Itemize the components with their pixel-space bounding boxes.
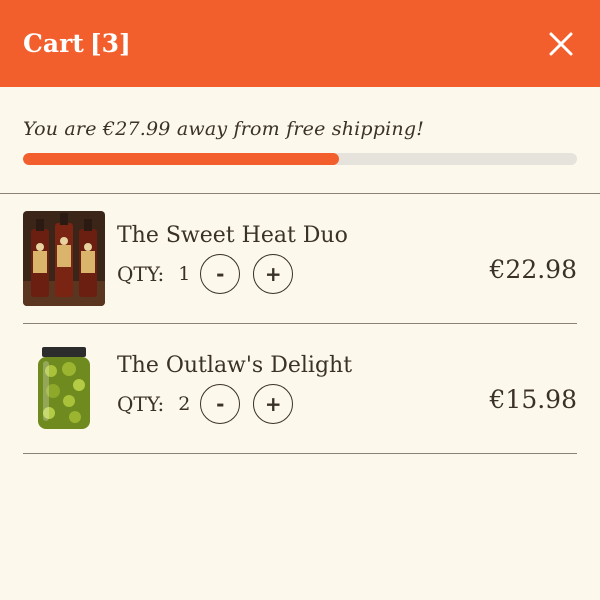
cart-title-text: Cart — [23, 29, 84, 58]
close-button[interactable] — [546, 29, 576, 59]
close-icon — [549, 32, 573, 55]
item-price: €15.98 — [489, 384, 577, 414]
shipping-progress-fill — [23, 153, 339, 165]
shipping-progress-bar — [23, 153, 577, 165]
qty-label: QTY: — [117, 262, 165, 286]
qty-label: QTY: — [117, 392, 165, 416]
free-shipping-message: You are €27.99 away from free shipping! — [23, 118, 425, 140]
free-shipping-section: You are €27.99 away from free shipping! — [23, 118, 577, 165]
cart-title: Cart [3] — [23, 29, 131, 58]
cart-items-list: The Sweet Heat Duo QTY: 1 - + €22.98 The… — [23, 194, 577, 454]
item-name[interactable]: The Sweet Heat Duo — [117, 223, 577, 248]
cart-count: [3] — [89, 29, 131, 58]
pickled-jalapeno-jar-image[interactable] — [23, 341, 105, 436]
hot-sauce-bottles-image[interactable] — [23, 211, 105, 306]
increase-qty-button[interactable]: + — [253, 384, 294, 424]
decrease-qty-button[interactable]: - — [200, 384, 241, 424]
decrease-qty-button[interactable]: - — [200, 254, 241, 294]
item-name[interactable]: The Outlaw's Delight — [117, 353, 577, 378]
increase-qty-button[interactable]: + — [253, 254, 294, 294]
cart-item: The Sweet Heat Duo QTY: 1 - + €22.98 — [23, 194, 577, 324]
qty-value: 2 — [178, 393, 191, 415]
cart-item: The Outlaw's Delight QTY: 2 - + €15.98 — [23, 324, 577, 454]
qty-value: 1 — [178, 263, 191, 285]
item-price: €22.98 — [489, 254, 577, 284]
cart-header: Cart [3] — [0, 0, 600, 87]
